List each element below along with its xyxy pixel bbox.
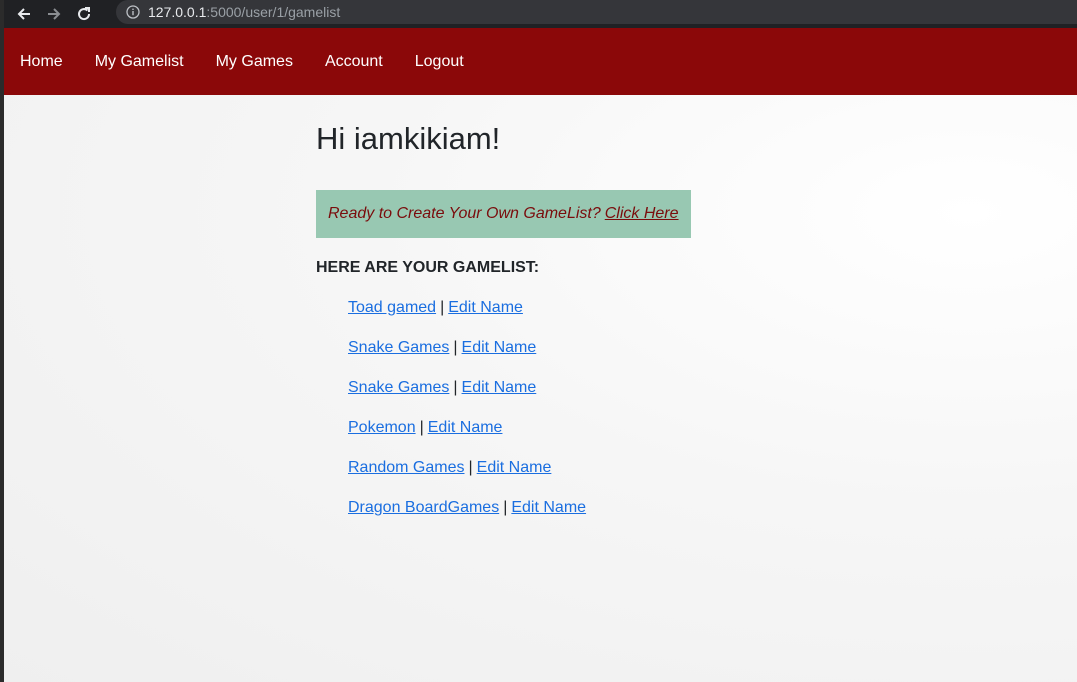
list-item: Snake Games | Edit Name [348,338,691,378]
nav-home[interactable]: Home [20,53,63,71]
back-arrow-icon [17,8,30,20]
edit-name-link[interactable]: Edit Name [462,379,537,396]
gamelist-link[interactable]: Toad gamed [348,299,436,316]
edit-name-link[interactable]: Edit Name [462,339,537,356]
list-item: Toad gamed | Edit Name [348,298,691,338]
nav-my-games[interactable]: My Games [216,53,293,71]
separator: | [419,419,424,436]
list-item: Pokemon | Edit Name [348,418,691,458]
info-icon[interactable] [126,5,140,19]
list-item: Dragon BoardGames | Edit Name [348,498,691,538]
reload-button[interactable] [74,4,94,24]
callout-text: Ready to Create Your Own GameList? [328,205,601,222]
gamelist-link[interactable]: Random Games [348,459,465,476]
url-path: :5000/user/1/gamelist [206,4,341,20]
list-item: Snake Games | Edit Name [348,378,691,418]
edit-name-link[interactable]: Edit Name [428,419,503,436]
main-navbar: Home My Gamelist My Games Account Logout [4,28,1077,95]
back-button[interactable] [14,4,34,24]
browser-toolbar: 127.0.0.1:5000/user/1/gamelist [4,0,1077,28]
edit-name-link[interactable]: Edit Name [511,499,586,516]
edit-name-link[interactable]: Edit Name [448,299,523,316]
gamelist-link[interactable]: Dragon BoardGames [348,499,499,516]
page-body: Hi iamkikiam! Ready to Create Your Own G… [4,95,1077,682]
gamelist-list: Toad gamed | Edit Name Snake Games | Edit Na… [316,298,691,538]
create-gamelist-link[interactable]: Click Here [605,205,679,223]
nav-logout[interactable]: Logout [415,53,464,71]
page-title: Hi iamkikiam! [316,121,501,156]
separator: | [453,339,458,356]
list-item: Random Games | Edit Name [348,458,691,498]
separator: | [440,299,445,316]
edit-name-link[interactable]: Edit Name [477,459,552,476]
gamelist-heading: HERE ARE YOUR GAMELIST: [316,259,540,276]
separator: | [468,459,473,476]
create-gamelist-callout: Ready to Create Your Own GameList? Click… [316,190,691,238]
url-host: 127.0.0.1 [148,4,207,20]
address-bar[interactable]: 127.0.0.1:5000/user/1/gamelist [116,0,1077,24]
separator: | [503,499,508,516]
gamelist-link[interactable]: Snake Games [348,379,449,396]
nav-account[interactable]: Account [325,53,383,71]
gamelist-link[interactable]: Pokemon [348,419,416,436]
browser-window: 127.0.0.1:5000/user/1/gamelist Home My G… [0,0,1077,682]
reload-icon [78,7,91,21]
forward-button[interactable] [44,4,64,24]
separator: | [453,379,458,396]
main-content: Hi iamkikiam! Ready to Create Your Own G… [316,95,691,538]
forward-arrow-icon [48,8,61,20]
gamelist-link[interactable]: Snake Games [348,339,449,356]
nav-my-gamelist[interactable]: My Gamelist [95,53,184,71]
